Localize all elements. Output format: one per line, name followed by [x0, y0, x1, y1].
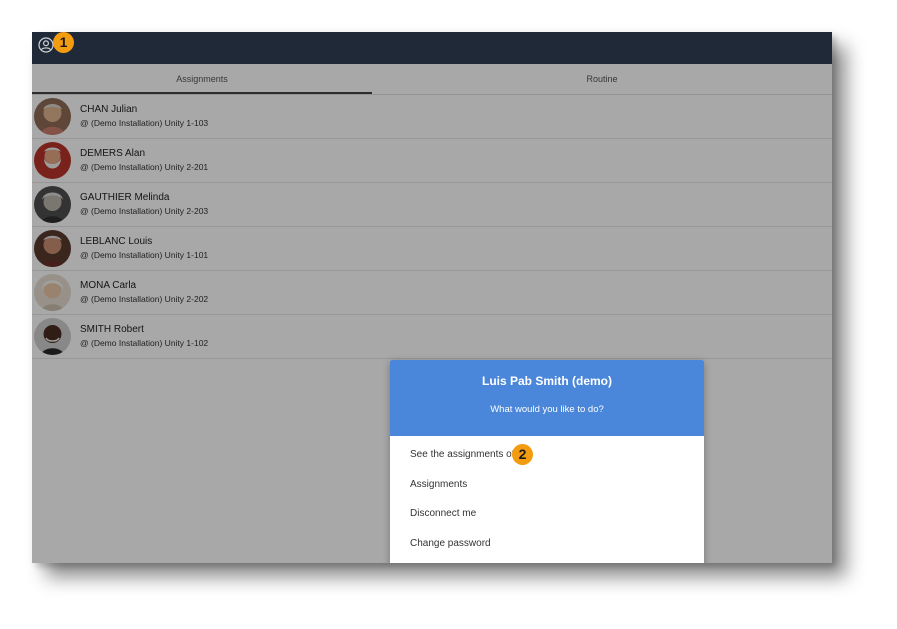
- step-marker-1: 1: [53, 32, 74, 53]
- dialog-title: Luis Pab Smith (demo): [481, 374, 612, 388]
- change-password-option[interactable]: Change password: [410, 538, 491, 549]
- disconnect-option[interactable]: Disconnect me: [410, 508, 476, 519]
- assignments-option[interactable]: Assignments: [410, 479, 467, 490]
- user-circle-icon[interactable]: [38, 37, 54, 53]
- see-assignments-of-option[interactable]: See the assignments of: [410, 449, 515, 460]
- user-action-dialog: Luis Pab Smith (demo) What would you lik…: [390, 360, 704, 563]
- dialog-header: Luis Pab Smith (demo) What would you lik…: [390, 360, 704, 436]
- top-bar: 1: [32, 32, 832, 64]
- step-marker-2: 2: [512, 444, 533, 465]
- app-window: 1 Assignments Routine CHAN Julian @ (Dem…: [32, 32, 832, 563]
- dialog-subtitle: What would you like to do?: [490, 404, 604, 415]
